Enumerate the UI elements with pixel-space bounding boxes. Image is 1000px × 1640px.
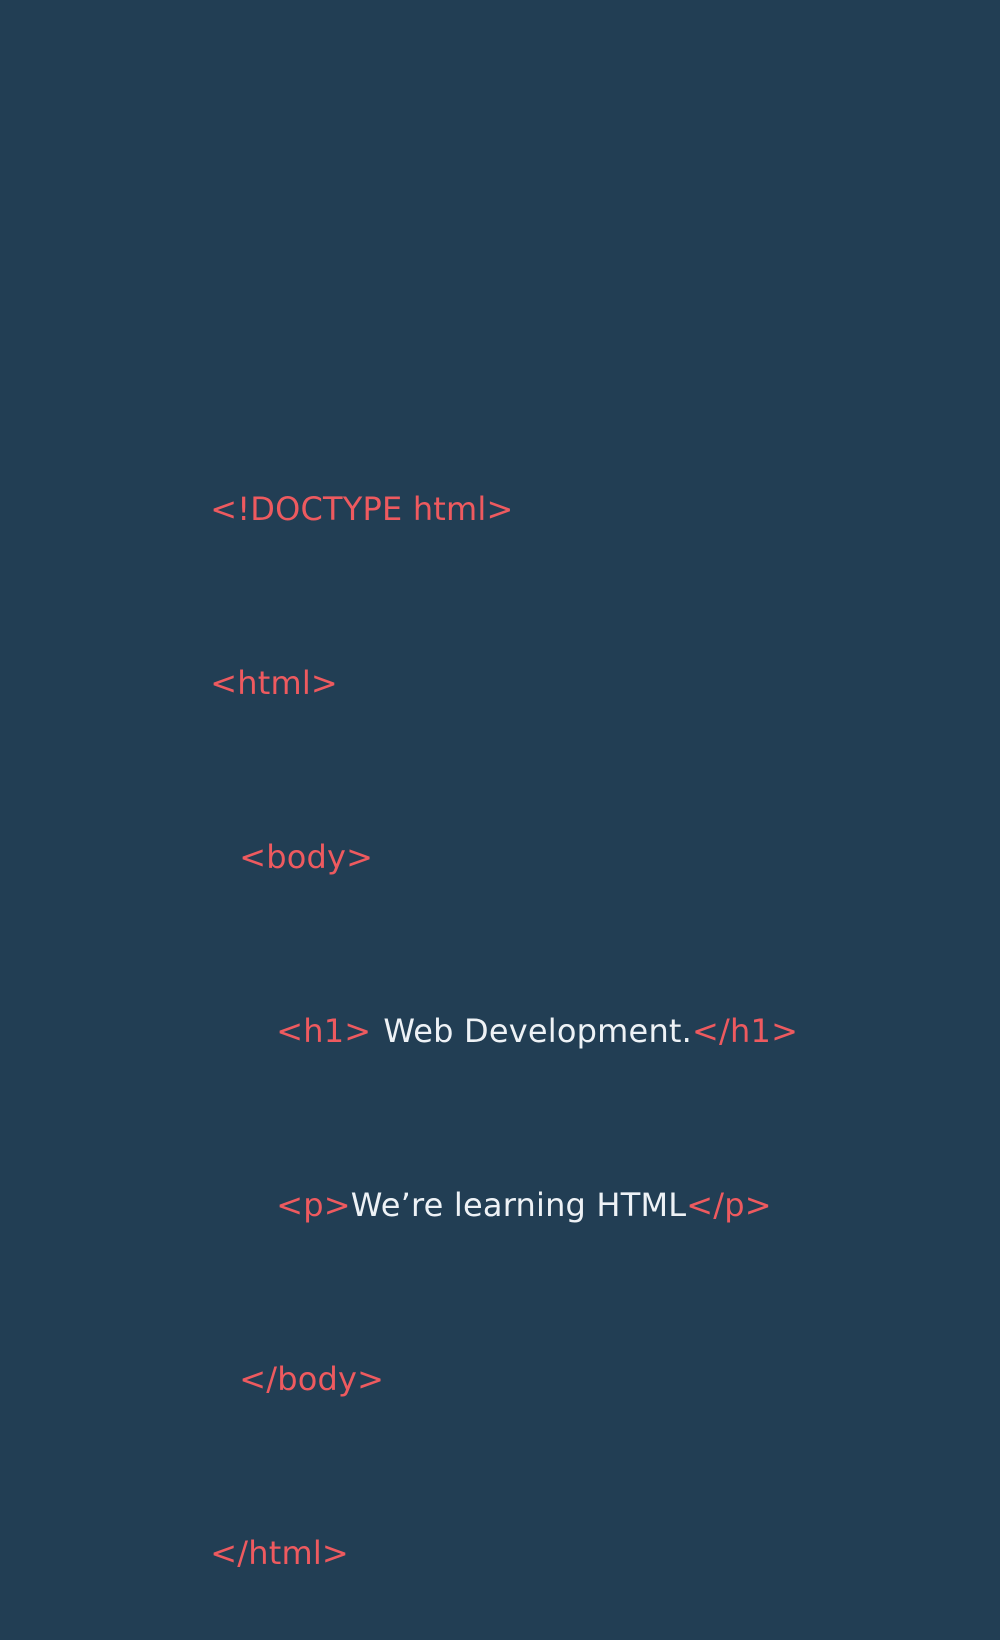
body-close-line: </body> <box>148 1292 798 1398</box>
h1-line: <h1> Web Development.</h1> <box>148 944 798 1050</box>
h1-open-tag: <h1> <box>276 1012 372 1050</box>
p-open-tag: <p> <box>276 1186 351 1224</box>
code-illustration: <!DOCTYPE html> <html> <body> <h1> Web De… <box>0 0 1000 1572</box>
p-line: <p>We’re learning HTML</p> <box>148 1118 798 1224</box>
p-close-tag: </p> <box>686 1186 772 1224</box>
html-open-tag: <html> <box>210 664 338 702</box>
body-open-line: <body> <box>148 770 798 876</box>
body-open-tag: <body> <box>239 838 374 876</box>
body-close-tag: </body> <box>239 1360 385 1398</box>
html-code-snippet: <!DOCTYPE html> <html> <body> <h1> Web De… <box>148 306 798 1640</box>
h1-content: Web Development. <box>383 1012 693 1050</box>
doctype-line: <!DOCTYPE html> <box>148 422 798 528</box>
html-open-line: <html> <box>148 596 798 702</box>
h1-close-tag: </h1> <box>692 1012 799 1050</box>
html-close-tag: </html> <box>210 1534 349 1572</box>
p-content: We’re learning HTML <box>350 1186 687 1224</box>
html-close-line: </html> <box>148 1466 798 1572</box>
doctype-tag: <!DOCTYPE html> <box>210 490 514 528</box>
